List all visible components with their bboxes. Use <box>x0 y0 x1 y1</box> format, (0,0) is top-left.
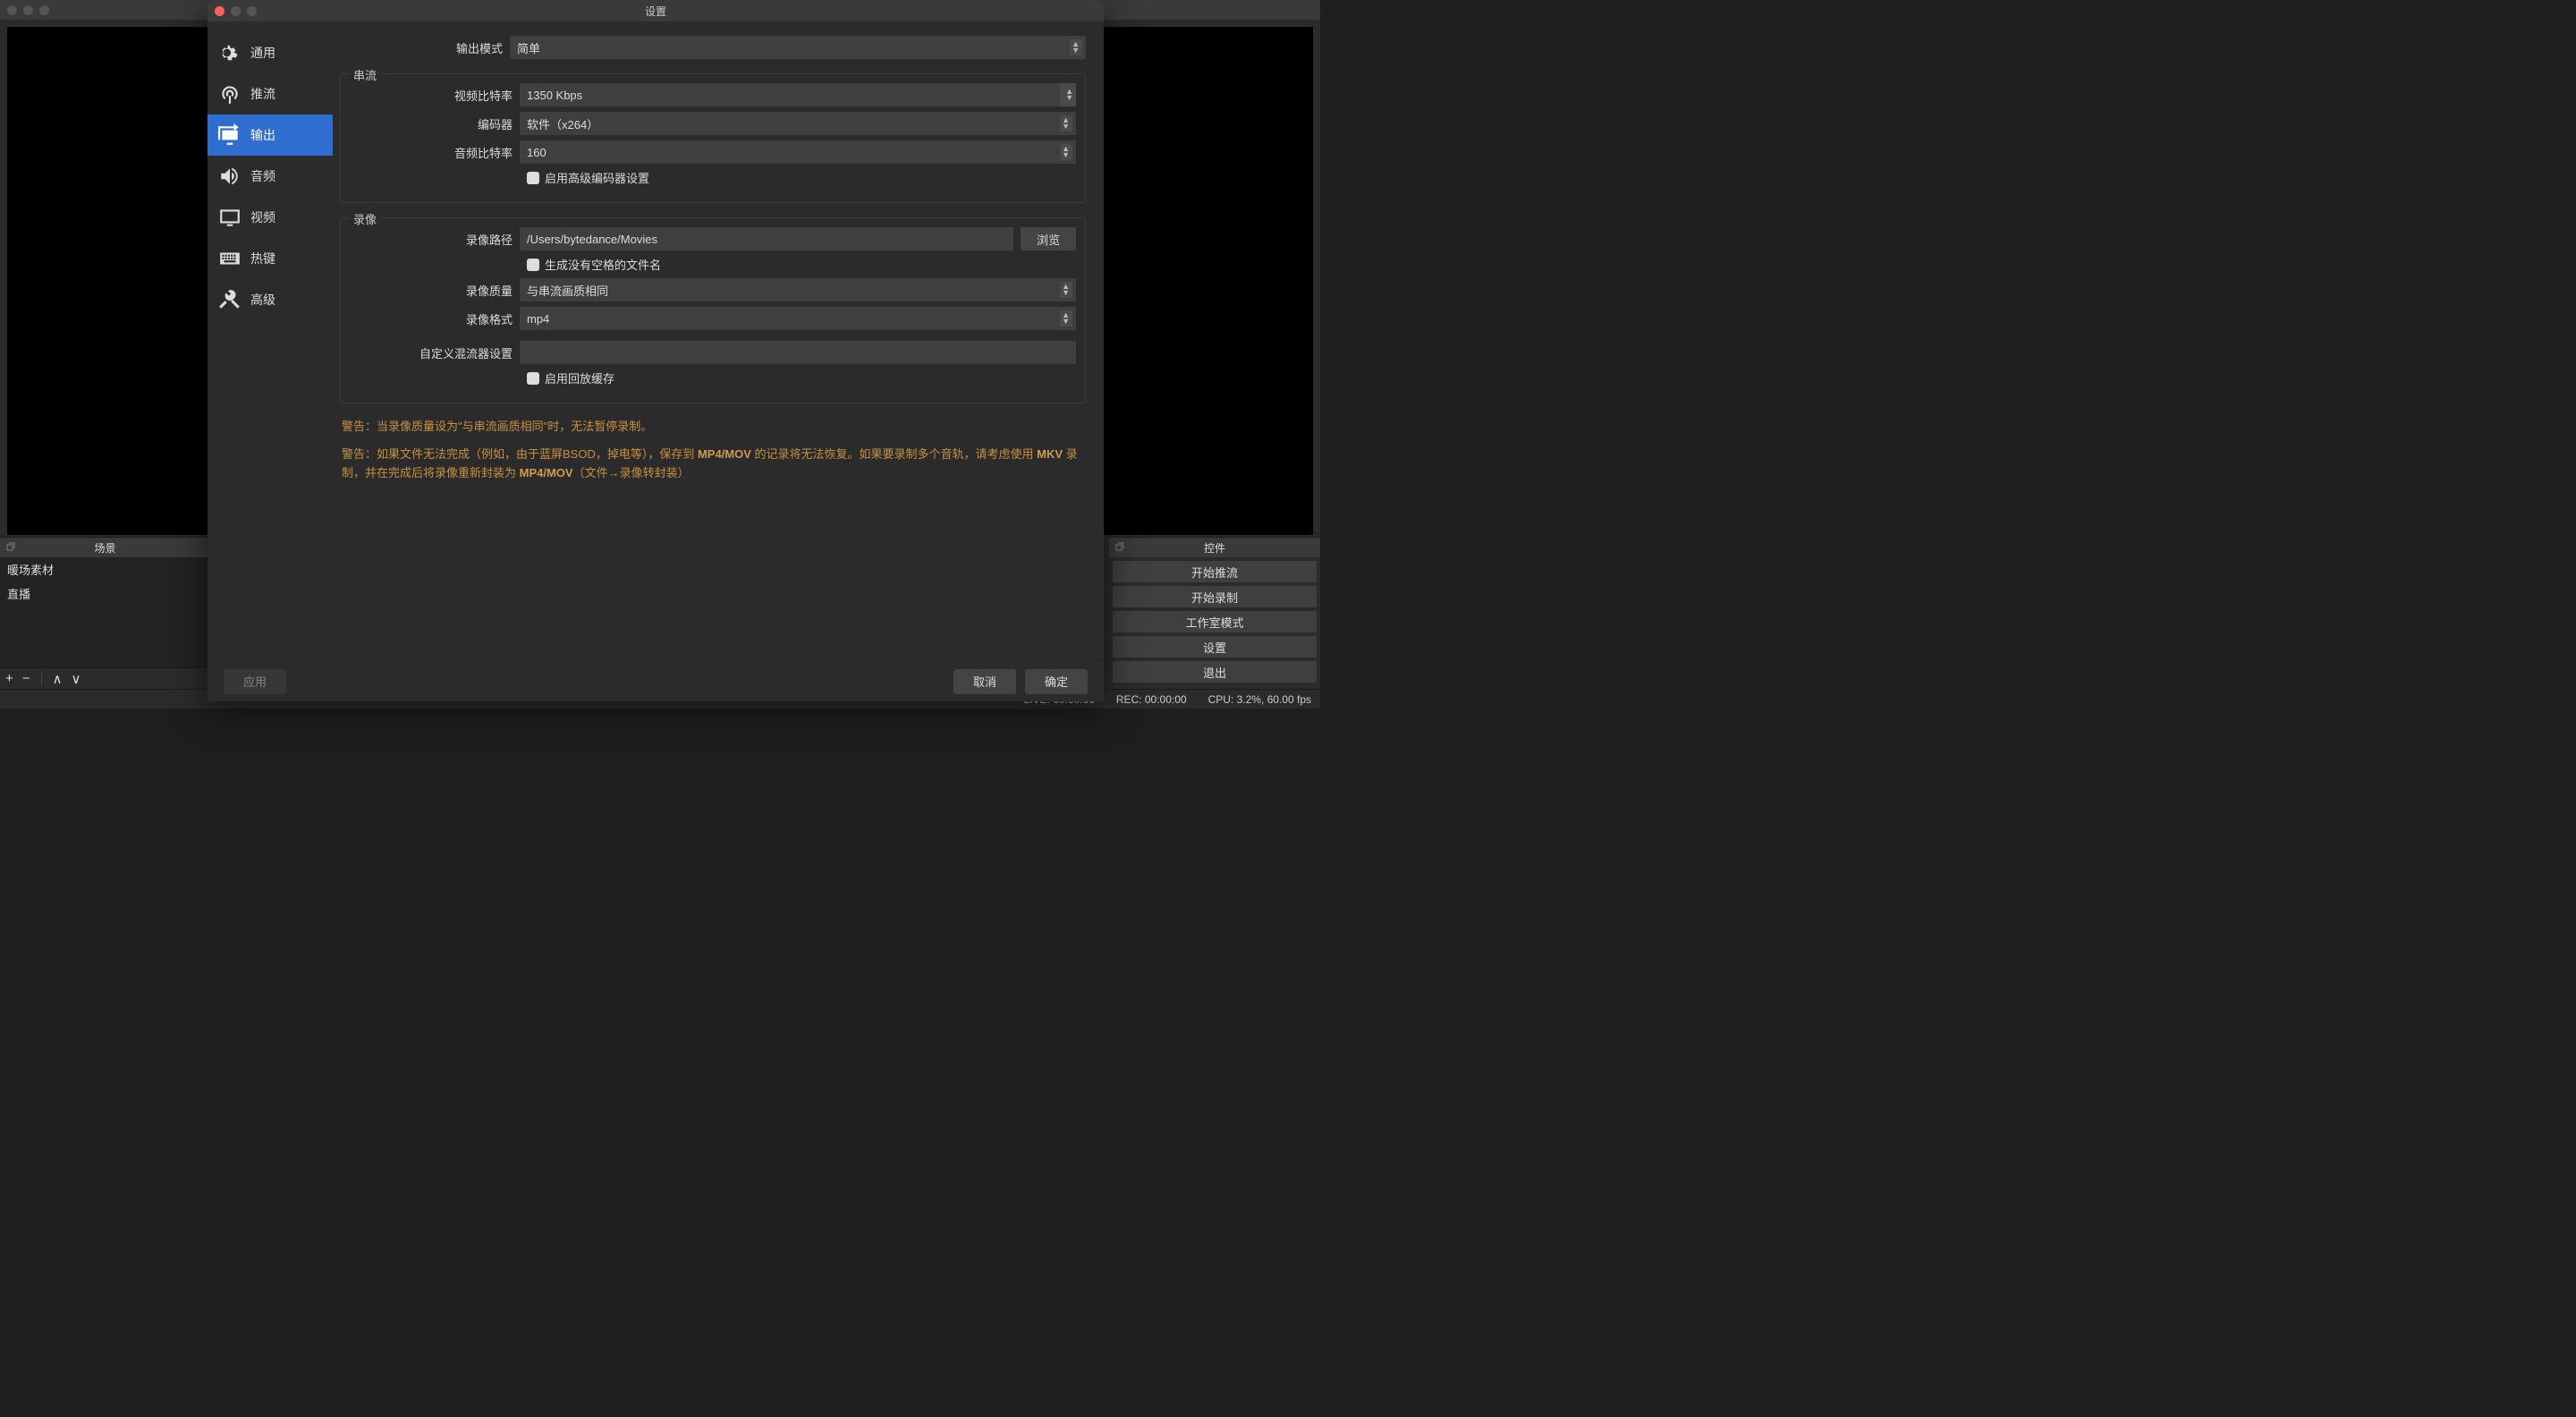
recording-path-input[interactable]: /Users/bytedance/Movies <box>520 227 1013 250</box>
move-down-icon[interactable]: ∨ <box>72 671 81 687</box>
scenes-title: 场景 <box>94 540 115 556</box>
sidebar-item-hotkeys[interactable]: 热键 <box>208 238 333 279</box>
keyboard-icon <box>218 247 242 270</box>
settings-button[interactable]: 设置 <box>1113 636 1317 658</box>
no-space-filename-label: 生成没有空格的文件名 <box>545 256 661 273</box>
controls-panel-header: 控件 <box>1109 538 1320 557</box>
close-icon[interactable] <box>215 6 225 16</box>
video-bitrate-input[interactable]: 1350 Kbps▲▼ <box>520 83 1076 106</box>
settings-titlebar: 设置 <box>208 0 1104 21</box>
sidebar-label: 热键 <box>250 250 275 267</box>
settings-title: 设置 <box>645 4 666 19</box>
status-rec: REC: 00:00:00 <box>1116 693 1187 706</box>
audio-bitrate-label: 音频比特率 <box>350 144 520 161</box>
undock-icon[interactable] <box>5 541 16 552</box>
scenes-panel-header: 场景 <box>0 538 210 557</box>
encoder-label: 编码器 <box>350 115 520 132</box>
recording-path-label: 录像路径 <box>350 231 520 248</box>
cancel-button[interactable]: 取消 <box>953 669 1016 694</box>
replay-buffer-checkbox[interactable] <box>527 372 539 385</box>
move-up-icon[interactable]: ∧ <box>53 671 63 687</box>
sidebar-item-output[interactable]: 输出 <box>208 115 333 156</box>
output-mode-label: 输出模式 <box>340 39 510 56</box>
recording-format-label: 录像格式 <box>350 310 520 327</box>
custom-muxer-input[interactable] <box>520 341 1076 364</box>
sidebar-item-video[interactable]: 视频 <box>208 197 333 238</box>
start-streaming-button[interactable]: 开始推流 <box>1113 561 1317 582</box>
scene-item[interactable]: 暖场素材 <box>0 557 210 581</box>
video-bitrate-label: 视频比特率 <box>350 87 520 104</box>
recording-quality-select[interactable]: 与串流画质相同▲▼ <box>520 278 1076 301</box>
sidebar-item-audio[interactable]: 音频 <box>208 156 333 197</box>
minimize-icon[interactable] <box>23 5 33 15</box>
scenes-toolbar: + − ∧ ∨ <box>0 667 210 689</box>
enable-advanced-encoder-checkbox[interactable] <box>527 172 539 184</box>
status-cpu: CPU: 3.2%, 60.00 fps <box>1208 693 1311 706</box>
exit-button[interactable]: 退出 <box>1113 661 1317 683</box>
streaming-group-title: 串流 <box>350 66 380 83</box>
settings-sidebar: 通用 推流 输出 音频 视频 热键 <box>208 21 333 660</box>
output-mode-select[interactable]: 简单▲▼ <box>510 36 1086 59</box>
custom-muxer-label: 自定义混流器设置 <box>350 344 520 361</box>
studio-mode-button[interactable]: 工作室模式 <box>1113 611 1317 632</box>
sidebar-label: 输出 <box>250 126 275 144</box>
separator <box>41 672 42 686</box>
replay-buffer-label: 启用回放缓存 <box>545 369 614 386</box>
sidebar-label: 高级 <box>250 291 275 309</box>
zoom-icon[interactable] <box>39 5 49 15</box>
settings-content-output: 输出模式 简单▲▼ 串流 视频比特率 1350 Kbps▲▼ 编码器 软件（x2… <box>333 21 1104 660</box>
gear-icon <box>218 41 242 64</box>
encoder-select[interactable]: 软件（x264）▲▼ <box>520 112 1076 135</box>
controls-panel: 控件 开始推流 开始录制 工作室模式 设置 退出 <box>1109 537 1320 689</box>
remove-icon[interactable]: − <box>22 671 30 686</box>
ok-button[interactable]: 确定 <box>1025 669 1088 694</box>
output-icon <box>218 123 242 147</box>
recording-group: 录像 录像路径 /Users/bytedance/Movies 浏览 生成没有空… <box>340 217 1086 403</box>
warning-pause: 警告：当录像质量设为"与串流画质相同"时，无法暂停录制。 <box>342 418 1084 437</box>
tools-icon <box>218 288 242 311</box>
enable-advanced-encoder-label: 启用高级编码器设置 <box>545 169 649 186</box>
recording-quality-label: 录像质量 <box>350 282 520 299</box>
sidebar-item-stream[interactable]: 推流 <box>208 73 333 115</box>
monitor-icon <box>218 206 242 229</box>
sidebar-label: 视频 <box>250 208 275 226</box>
warning-mp4: 警告：如果文件无法完成（例如，由于蓝屏BSOD，掉电等），保存到 MP4/MOV… <box>342 445 1084 483</box>
sidebar-item-advanced[interactable]: 高级 <box>208 279 333 320</box>
no-space-filename-checkbox[interactable] <box>527 259 539 271</box>
undock-icon[interactable] <box>1114 541 1125 552</box>
settings-window: 设置 通用 推流 输出 音频 视频 <box>208 0 1104 701</box>
antenna-icon <box>218 82 242 106</box>
apply-button[interactable]: 应用 <box>224 669 286 694</box>
recording-format-select[interactable]: mp4▲▼ <box>520 307 1076 330</box>
settings-footer: 应用 取消 确定 <box>208 660 1104 701</box>
sidebar-item-general[interactable]: 通用 <box>208 32 333 73</box>
minimize-icon <box>231 6 241 16</box>
add-icon[interactable]: + <box>5 671 13 686</box>
scene-item[interactable]: 直播 <box>0 581 210 606</box>
sidebar-label: 音频 <box>250 167 275 185</box>
audio-bitrate-select[interactable]: 160▲▼ <box>520 140 1076 164</box>
sidebar-label: 推流 <box>250 85 275 103</box>
start-recording-button[interactable]: 开始录制 <box>1113 586 1317 607</box>
controls-title: 控件 <box>1204 540 1225 556</box>
browse-button[interactable]: 浏览 <box>1021 227 1076 250</box>
recording-group-title: 录像 <box>350 210 380 227</box>
scenes-panel: 场景 暖场素材 直播 + − ∧ ∨ <box>0 537 211 689</box>
speaker-icon <box>218 165 242 188</box>
close-icon[interactable] <box>7 5 17 15</box>
zoom-icon <box>247 6 257 16</box>
sidebar-label: 通用 <box>250 44 275 62</box>
scenes-list[interactable]: 暖场素材 直播 <box>0 557 210 667</box>
streaming-group: 串流 视频比特率 1350 Kbps▲▼ 编码器 软件（x264）▲▼ 音频比特… <box>340 73 1086 203</box>
